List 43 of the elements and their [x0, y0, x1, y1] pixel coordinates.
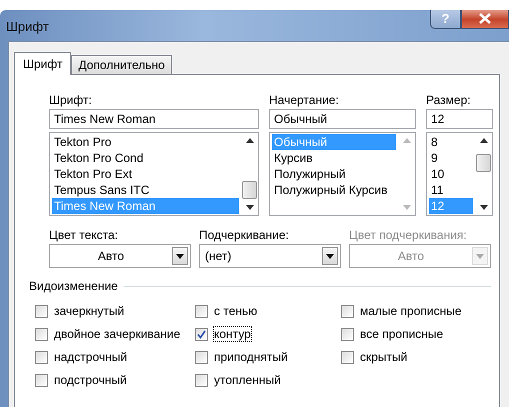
dropdown[interactable]: Авто	[49, 244, 191, 268]
checkbox[interactable]: подстрочный	[35, 372, 195, 388]
checkbox[interactable]: малые прописные	[341, 303, 491, 319]
checkbox[interactable]: приподнятый	[195, 349, 341, 365]
close-icon	[479, 13, 491, 24]
checkbox[interactable]: с тенью	[195, 303, 341, 319]
tab[interactable]: Шрифт	[14, 52, 72, 75]
list-item[interactable]: 11	[429, 182, 473, 198]
checkbox[interactable]: скрытый	[341, 349, 491, 365]
dropdown-arrow-icon	[476, 254, 484, 258]
list-item[interactable]: Tekton Pro Ext	[52, 166, 239, 182]
window-title: Шрифт	[6, 19, 49, 34]
close-button[interactable]	[461, 10, 509, 29]
list-item[interactable]: 10	[429, 166, 473, 182]
input-field[interactable]: Обычный	[269, 109, 416, 129]
checkbox[interactable]: все прописные	[341, 326, 491, 342]
field-label: Размер:	[426, 93, 472, 109]
field-label: Начертание:	[269, 93, 340, 109]
checkbox[interactable]: двойное зачеркивание	[35, 326, 195, 342]
dropdown[interactable]: (нет)	[199, 244, 341, 268]
list-item[interactable]: 8	[429, 134, 473, 150]
field-label: Цвет подчеркивания:	[349, 228, 468, 244]
list-item[interactable]: 9	[429, 150, 473, 166]
list-item[interactable]: Полужирный Курсив	[272, 182, 396, 198]
dropdown-arrow-icon	[326, 254, 334, 258]
input-field[interactable]: 12	[426, 109, 493, 129]
checkbox[interactable]: зачеркнутый	[35, 303, 195, 319]
field-label: Подчеркивание:	[199, 228, 290, 244]
group-title: Видоизменение	[29, 279, 118, 293]
checkbox[interactable]: надстрочный	[35, 349, 195, 365]
list-item[interactable]: Tekton Pro	[52, 134, 239, 150]
checkbox[interactable]: утопленный	[195, 372, 341, 388]
checkbox[interactable]: контур	[195, 326, 341, 342]
dropdown-arrow-icon	[176, 254, 184, 258]
list-item[interactable]: Полужирный	[272, 166, 396, 182]
list-item[interactable]: Курсив	[272, 150, 396, 166]
field-label: Шрифт:	[49, 93, 93, 109]
field-label: Цвет текста:	[49, 228, 120, 244]
input-field[interactable]: Times New Roman	[49, 109, 259, 129]
checkmark-icon	[197, 330, 206, 338]
list-item[interactable]: Tekton Pro Cond	[52, 150, 239, 166]
list-item[interactable]: Tempus Sans ITC	[52, 182, 239, 198]
tab[interactable]: Дополнительно	[71, 55, 172, 74]
